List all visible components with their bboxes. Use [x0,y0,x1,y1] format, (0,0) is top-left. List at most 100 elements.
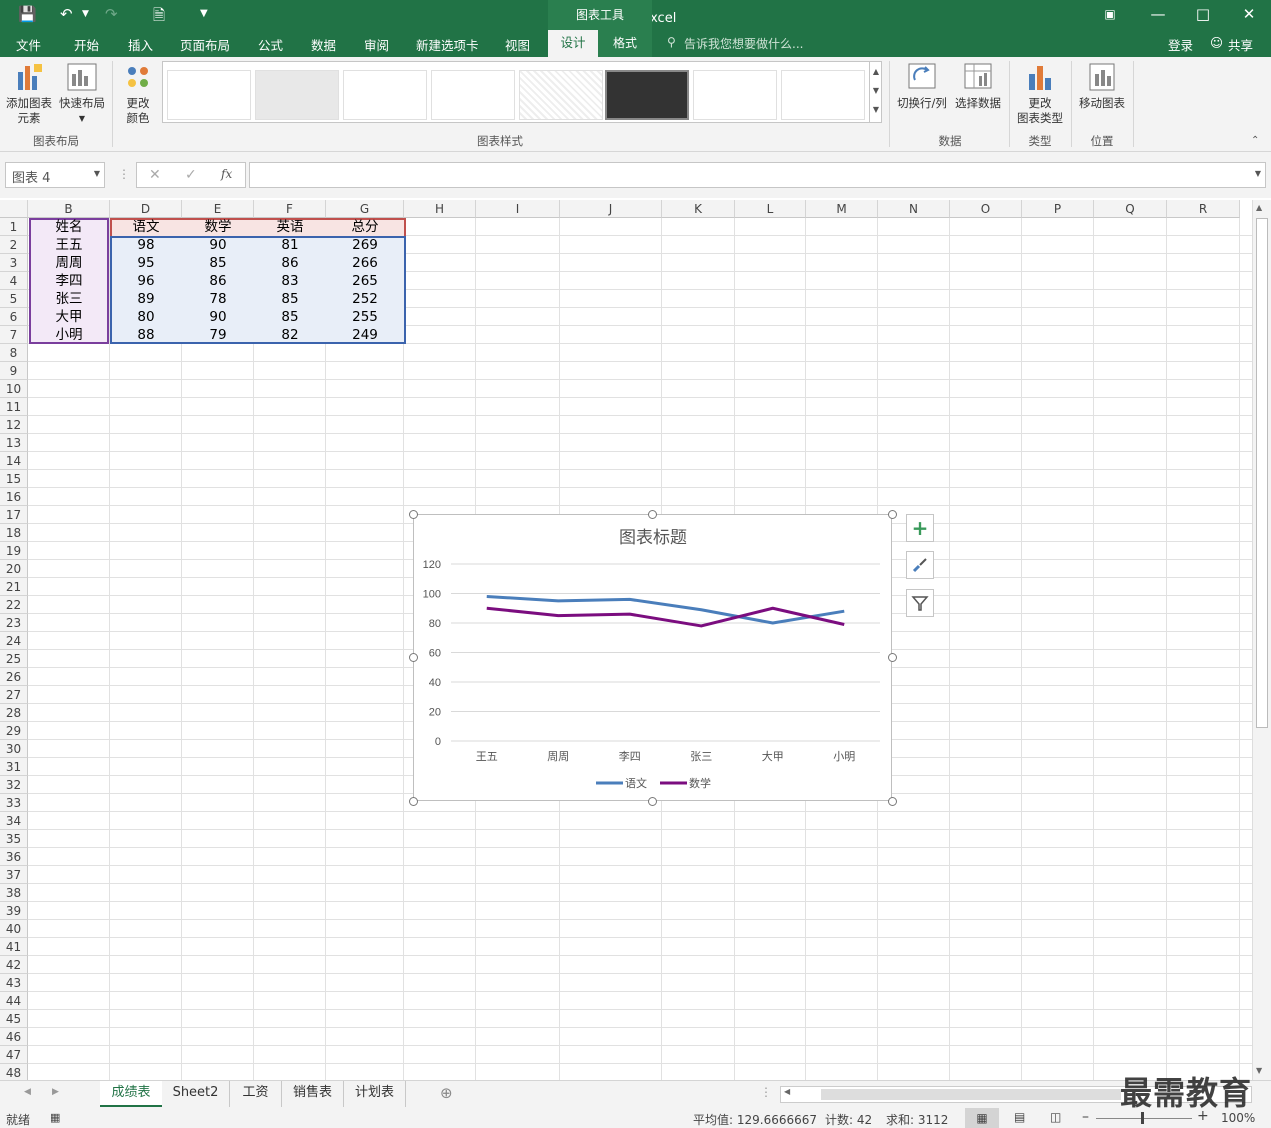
row-header[interactable]: 43 [0,974,28,992]
tab-view[interactable]: 视图 [505,35,530,54]
row-header[interactable]: 8 [0,344,28,362]
row-header[interactable]: 16 [0,488,28,506]
table-cell[interactable]: 85 [182,254,254,272]
column-header[interactable]: I [476,200,560,218]
table-cell[interactable]: 86 [254,254,326,272]
minimize-icon[interactable]: — [1144,4,1172,24]
prev-sheet-icon[interactable]: ◀ [24,1087,31,1097]
table-cell[interactable]: 83 [254,272,326,290]
change-chart-type-button[interactable]: 更改 图表类型 [1012,62,1068,126]
column-header[interactable]: E [182,200,254,218]
page-layout-view-icon[interactable]: ▤ [1014,1110,1025,1124]
page-break-view-icon[interactable]: ◫ [1050,1110,1061,1124]
quick-layout-button[interactable]: 快速布局 ▼ [58,62,106,126]
name-box[interactable]: 图表 4 ▼ [5,162,105,188]
table-cell[interactable]: 90 [182,236,254,254]
table-cell[interactable]: 李四 [28,272,110,290]
row-header[interactable]: 48 [0,1064,28,1080]
next-sheet-icon[interactable]: ▶ [52,1087,59,1097]
resize-handle[interactable] [888,797,897,806]
row-header[interactable]: 35 [0,830,28,848]
line-chart[interactable]: 图表标题 0 20 40 60 80 100 120 王五 周周 李四 张三 大甲 小明 语文 数学 [413,514,892,801]
table-cell[interactable]: 265 [326,272,404,290]
chart-style-6[interactable] [605,70,689,120]
collapse-ribbon-icon[interactable]: ⌃ [1251,135,1259,146]
row-header[interactable]: 15 [0,470,28,488]
row-header[interactable]: 9 [0,362,28,380]
move-chart-button[interactable]: 移动图表 [1074,62,1130,111]
table-cell[interactable]: 85 [254,290,326,308]
tab-format[interactable]: 格式 [598,30,652,57]
row-header[interactable]: 32 [0,776,28,794]
table-cell[interactable]: 张三 [28,290,110,308]
tab-new[interactable]: 新建选项卡 [416,35,479,54]
row-header[interactable]: 6 [0,308,28,326]
row-header[interactable]: 27 [0,686,28,704]
gallery-scroll[interactable]: ▲ ▼ ▼ [869,62,882,122]
chart-style-3[interactable] [343,70,427,120]
sheet-tab[interactable]: Sheet2 [162,1081,230,1107]
row-header[interactable]: 10 [0,380,28,398]
share-button[interactable]: 共享 [1228,35,1253,54]
table-cell[interactable]: 88 [110,326,182,344]
table-cell[interactable]: 周周 [28,254,110,272]
table-header-cell[interactable]: 英语 [254,218,326,236]
column-header[interactable]: D [110,200,182,218]
switch-row-column-button[interactable]: 切换行/列 [894,62,950,111]
row-header[interactable]: 14 [0,452,28,470]
row-header[interactable]: 1 [0,218,28,236]
row-header[interactable]: 34 [0,812,28,830]
column-header[interactable]: L [735,200,806,218]
scroll-up-icon[interactable]: ▲ [1256,203,1262,212]
formula-input[interactable]: ▼ [249,162,1266,188]
table-cell[interactable]: 255 [326,308,404,326]
row-header[interactable]: 4 [0,272,28,290]
column-header[interactable]: B [28,200,110,218]
row-header[interactable]: 30 [0,740,28,758]
sheet-tab-active[interactable]: 成绩表 [100,1081,162,1107]
row-header[interactable]: 41 [0,938,28,956]
chart-style-8[interactable] [781,70,865,120]
row-header[interactable]: 23 [0,614,28,632]
tab-formulas[interactable]: 公式 [258,35,283,54]
row-header[interactable]: 5 [0,290,28,308]
column-header[interactable]: F [254,200,326,218]
tab-review[interactable]: 审阅 [364,35,389,54]
column-header[interactable]: G [326,200,404,218]
row-header[interactable]: 26 [0,668,28,686]
row-header[interactable]: 31 [0,758,28,776]
scroll-down-icon[interactable]: ▼ [1256,1066,1262,1075]
tab-file[interactable]: 文件 [16,35,41,54]
row-header[interactable]: 2 [0,236,28,254]
table-cell[interactable]: 95 [110,254,182,272]
row-header[interactable]: 46 [0,1028,28,1046]
new-sheet-icon[interactable]: ⊕ [440,1084,453,1102]
scroll-left-icon[interactable]: ◀ [784,1087,790,1096]
sheet-tab[interactable]: 销售表 [282,1081,344,1107]
row-header[interactable]: 22 [0,596,28,614]
tab-home[interactable]: 开始 [74,35,99,54]
row-header[interactable]: 36 [0,848,28,866]
column-header[interactable]: N [878,200,950,218]
select-data-button[interactable]: 选择数据 [951,62,1005,111]
table-cell[interactable]: 81 [254,236,326,254]
chart-styles-brush-icon[interactable] [906,551,934,579]
row-header[interactable]: 28 [0,704,28,722]
row-header[interactable]: 17 [0,506,28,524]
zoom-slider[interactable] [1096,1118,1192,1119]
table-cell[interactable]: 90 [182,308,254,326]
chart-style-4[interactable] [431,70,515,120]
table-cell[interactable]: 86 [182,272,254,290]
row-header[interactable]: 40 [0,920,28,938]
resize-handle[interactable] [648,797,657,806]
chart-style-7[interactable] [693,70,777,120]
table-cell[interactable]: 大甲 [28,308,110,326]
row-header[interactable]: 21 [0,578,28,596]
column-header[interactable]: M [806,200,878,218]
chart-elements-plus-icon[interactable]: + [906,514,934,542]
normal-view-icon[interactable]: ▦ [965,1108,999,1128]
resize-handle[interactable] [409,653,418,662]
table-cell[interactable]: 96 [110,272,182,290]
row-header[interactable]: 19 [0,542,28,560]
chart-filter-icon[interactable] [906,589,934,617]
